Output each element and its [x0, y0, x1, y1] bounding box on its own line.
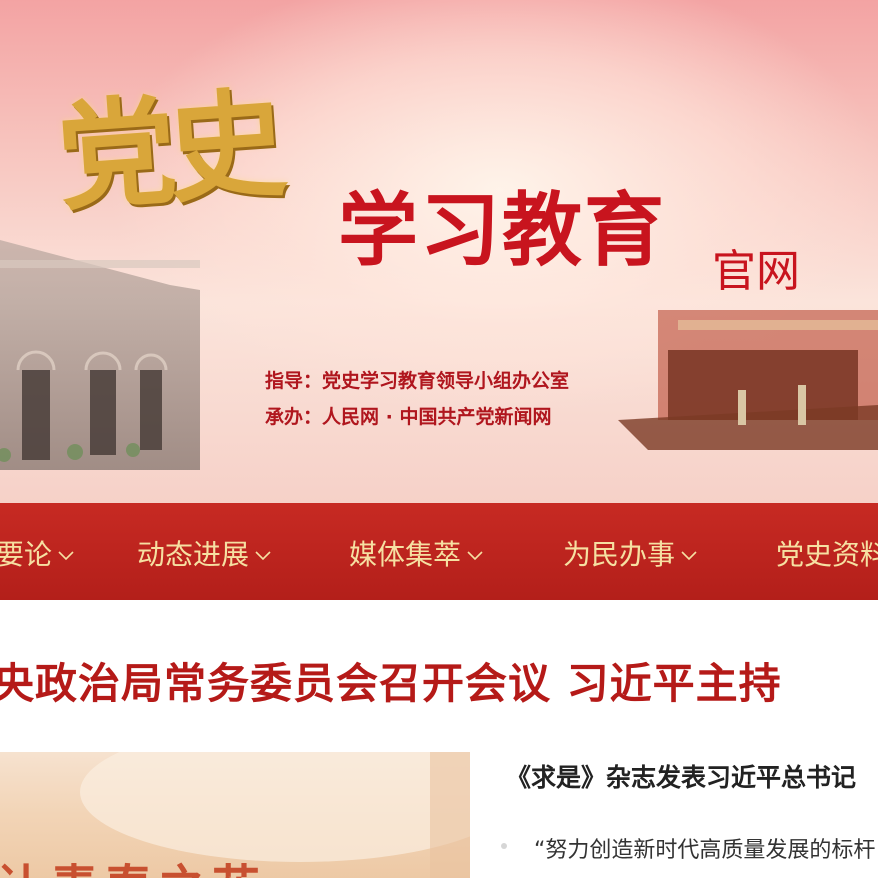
site-banner: 党史 学习教育 官网 指导：党史学习教育领导小组办公室 承办：人民网 · 中国共…: [0, 0, 878, 503]
feature-photo[interactable]: 让青春之花: [0, 752, 470, 878]
guide-credit: 指导：党史学习教育领导小组办公室: [265, 370, 570, 392]
memorial-building-illustration: [0, 240, 200, 470]
article-title-link[interactable]: 《求是》杂志发表习近平总书记: [506, 758, 856, 794]
nav-item-archives[interactable]: 党史资料: [776, 533, 878, 573]
article-quote-link[interactable]: “努力创造新时代高质量发展的标杆: [534, 832, 875, 864]
nav-item-media[interactable]: 媒体集萃: [349, 533, 483, 573]
list-bullet-icon: [501, 843, 507, 849]
top-headline-link[interactable]: 央政治局常务委员会召开会议 习近平主持: [0, 650, 782, 711]
nav-item-label: 为民办事: [563, 538, 676, 571]
host-credit: 承办：人民网 · 中国共产党新闻网: [265, 406, 552, 428]
nav-item-label: 动态进展: [137, 538, 250, 571]
nav-item-label: 媒体集萃: [349, 538, 462, 571]
chevron-down-icon: [467, 551, 483, 561]
party-history-calligraphy: 党史: [53, 73, 283, 228]
site-subtitle: 官网: [712, 246, 800, 297]
chevron-down-icon: [58, 551, 74, 561]
nav-item-progress[interactable]: 动态进展: [137, 533, 271, 573]
main-nav: 要论 动态进展 媒体集萃 为民办事 党史资料: [0, 503, 878, 600]
photo-caption: 让青春之花: [0, 848, 266, 878]
nav-item-service[interactable]: 为民办事: [563, 533, 697, 573]
nav-item-label: 党史资料: [776, 538, 878, 571]
site-title: 学习教育: [338, 183, 666, 277]
nav-item-label: 要论: [0, 538, 53, 571]
chevron-down-icon: [255, 551, 271, 561]
red-boat-illustration: [618, 310, 878, 450]
nav-item-commentary[interactable]: 要论: [0, 533, 74, 573]
chevron-down-icon: [681, 551, 697, 561]
